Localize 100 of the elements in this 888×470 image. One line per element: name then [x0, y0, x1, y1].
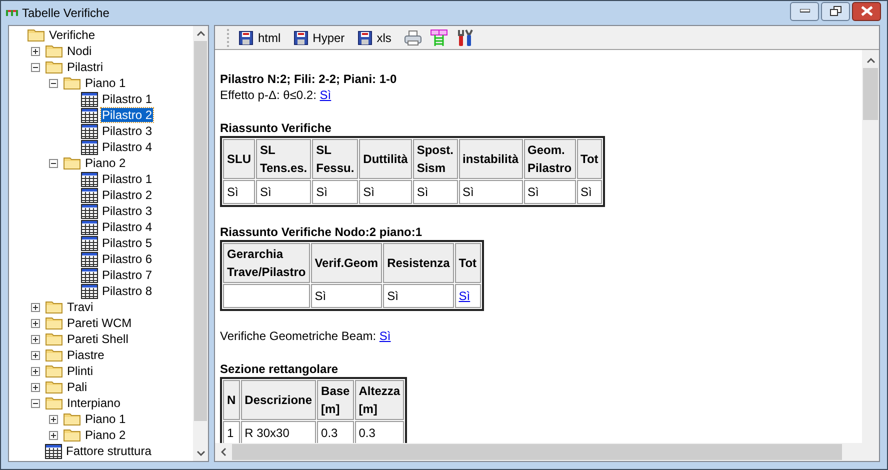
- scrollbar[interactable]: [193, 26, 208, 461]
- collapse-icon[interactable]: [49, 158, 58, 168]
- export-button[interactable]: html: [237, 28, 283, 48]
- folder-icon: [45, 60, 63, 74]
- expand-icon[interactable]: [31, 334, 40, 344]
- column-header: Resistenza: [383, 243, 454, 283]
- folder-icon: [63, 76, 81, 90]
- minimize-button[interactable]: [790, 2, 819, 20]
- tree-item[interactable]: Piano 2: [84, 428, 127, 442]
- tree-item[interactable]: Nodi: [66, 44, 93, 58]
- section-heading: Pilastro N:2; Fili: 2-2; Piani: 1-0: [220, 71, 398, 87]
- folder-icon: [45, 396, 63, 410]
- table-cell: Sì: [387, 289, 398, 303]
- window-title: Tabelle Verifiche: [22, 5, 110, 22]
- tree-item[interactable]: Pilastro 4: [101, 140, 154, 154]
- tree-item[interactable]: Pilastro 2: [101, 108, 154, 122]
- tree-item[interactable]: Pilastro 8: [101, 284, 154, 298]
- column-header: Altezza [m]: [354, 380, 404, 420]
- column-header: instabilità: [458, 139, 523, 179]
- tree-item[interactable]: Pali: [66, 380, 88, 394]
- expand-icon[interactable]: [31, 382, 40, 392]
- save-icon: [358, 30, 372, 44]
- folder-icon: [63, 412, 81, 426]
- tree-item[interactable]: Pilastri: [66, 60, 104, 74]
- tree-item[interactable]: Travi: [66, 300, 94, 314]
- export-button[interactable]: xls: [356, 28, 394, 48]
- column-header: Geom. Pilastro: [524, 139, 576, 179]
- scrollbar[interactable]: [862, 50, 879, 443]
- tree-item[interactable]: Pilastro 1: [101, 92, 154, 106]
- tree-item[interactable]: Pilastro 5: [101, 236, 154, 250]
- tree-item[interactable]: Piastre: [66, 348, 106, 362]
- expand-icon[interactable]: [31, 302, 40, 312]
- app-icon: [6, 9, 18, 17]
- table-icon: [81, 92, 98, 106]
- table-cell: Sì: [227, 185, 238, 199]
- tree-item[interactable]: Verifiche: [48, 28, 96, 42]
- restore-button[interactable]: [821, 2, 850, 20]
- scroll-up-icon[interactable]: [196, 31, 204, 36]
- tree-item[interactable]: Piano 2: [84, 156, 127, 170]
- tree-item[interactable]: Fattore struttura: [65, 444, 152, 458]
- tree-item[interactable]: Pilastro 3: [101, 124, 154, 138]
- folder-icon: [45, 364, 63, 378]
- expand-icon[interactable]: [31, 318, 40, 328]
- column-header: SLU: [223, 139, 255, 179]
- scroll-thumb[interactable]: [863, 68, 878, 120]
- tree-item[interactable]: Pareti Shell: [66, 332, 130, 346]
- tree-item[interactable]: Pilastro 4: [101, 220, 154, 234]
- expand-icon[interactable]: [31, 350, 40, 360]
- close-button[interactable]: [852, 2, 881, 20]
- collapse-icon[interactable]: [49, 78, 58, 88]
- tree-item[interactable]: Pilastro 6: [101, 252, 154, 266]
- printer-button[interactable]: [402, 28, 424, 48]
- table-icon: [81, 220, 98, 234]
- close-icon: [860, 6, 872, 16]
- table-icon: [81, 140, 98, 154]
- table-cell: Sì: [316, 185, 328, 199]
- folder-icon: [45, 348, 63, 362]
- scroll-left-icon[interactable]: [221, 448, 226, 456]
- tree-item[interactable]: Pilastro 1: [101, 172, 154, 186]
- tree-item[interactable]: Pareti WCM: [66, 316, 133, 330]
- expand-icon[interactable]: [49, 414, 58, 424]
- expand-icon[interactable]: [31, 366, 40, 376]
- table-icon: [81, 284, 98, 298]
- expand-icon[interactable]: [49, 430, 58, 440]
- section-heading: Riassunto Verifiche: [220, 120, 332, 136]
- column-header: Gerarchia Trave/Pilastro: [223, 243, 310, 283]
- link[interactable]: Sì: [320, 88, 332, 102]
- section-heading: Sezione rettangolare: [220, 361, 340, 377]
- table-icon: [81, 188, 98, 202]
- tree-item[interactable]: Plinti: [66, 364, 94, 378]
- collapse-icon[interactable]: [31, 398, 40, 408]
- table-icon: [81, 172, 98, 186]
- info-text: Verifiche Geometriche Beam: Sì: [220, 328, 392, 344]
- tree-item[interactable]: Pilastro 7: [101, 268, 154, 282]
- scroll-thumb[interactable]: [232, 444, 842, 460]
- column-header: Spost. Sism: [412, 139, 458, 179]
- tree-item[interactable]: Pilastro 3: [101, 204, 154, 218]
- tree-item[interactable]: Piano 1: [84, 412, 127, 426]
- table-icon: [81, 252, 98, 266]
- scrollbar[interactable]: [215, 443, 879, 461]
- table-cell: Sì: [528, 185, 539, 199]
- scroll-thumb[interactable]: [194, 41, 207, 421]
- tree-item[interactable]: Pilastro 2: [101, 188, 154, 202]
- tree-item[interactable]: Piano 1: [84, 76, 127, 90]
- table-cell: 0.3: [358, 426, 376, 440]
- column-header: Verif.Geom: [310, 243, 382, 283]
- grid-button[interactable]: [428, 28, 450, 48]
- collapse-icon[interactable]: [31, 62, 40, 72]
- table-icon: [81, 124, 98, 138]
- tree-item[interactable]: Interpiano: [66, 396, 122, 410]
- folder-icon: [27, 28, 45, 42]
- link[interactable]: Sì: [379, 329, 391, 343]
- expand-icon[interactable]: [31, 46, 40, 56]
- scroll-up-icon[interactable]: [866, 58, 874, 63]
- column-header: Descrizione: [240, 380, 316, 420]
- table-icon: [81, 268, 98, 282]
- export-button[interactable]: Hyper: [292, 28, 347, 48]
- table-cell: Sì: [314, 289, 326, 303]
- table-icon: [81, 204, 98, 218]
- scroll-down-icon[interactable]: [196, 451, 204, 456]
